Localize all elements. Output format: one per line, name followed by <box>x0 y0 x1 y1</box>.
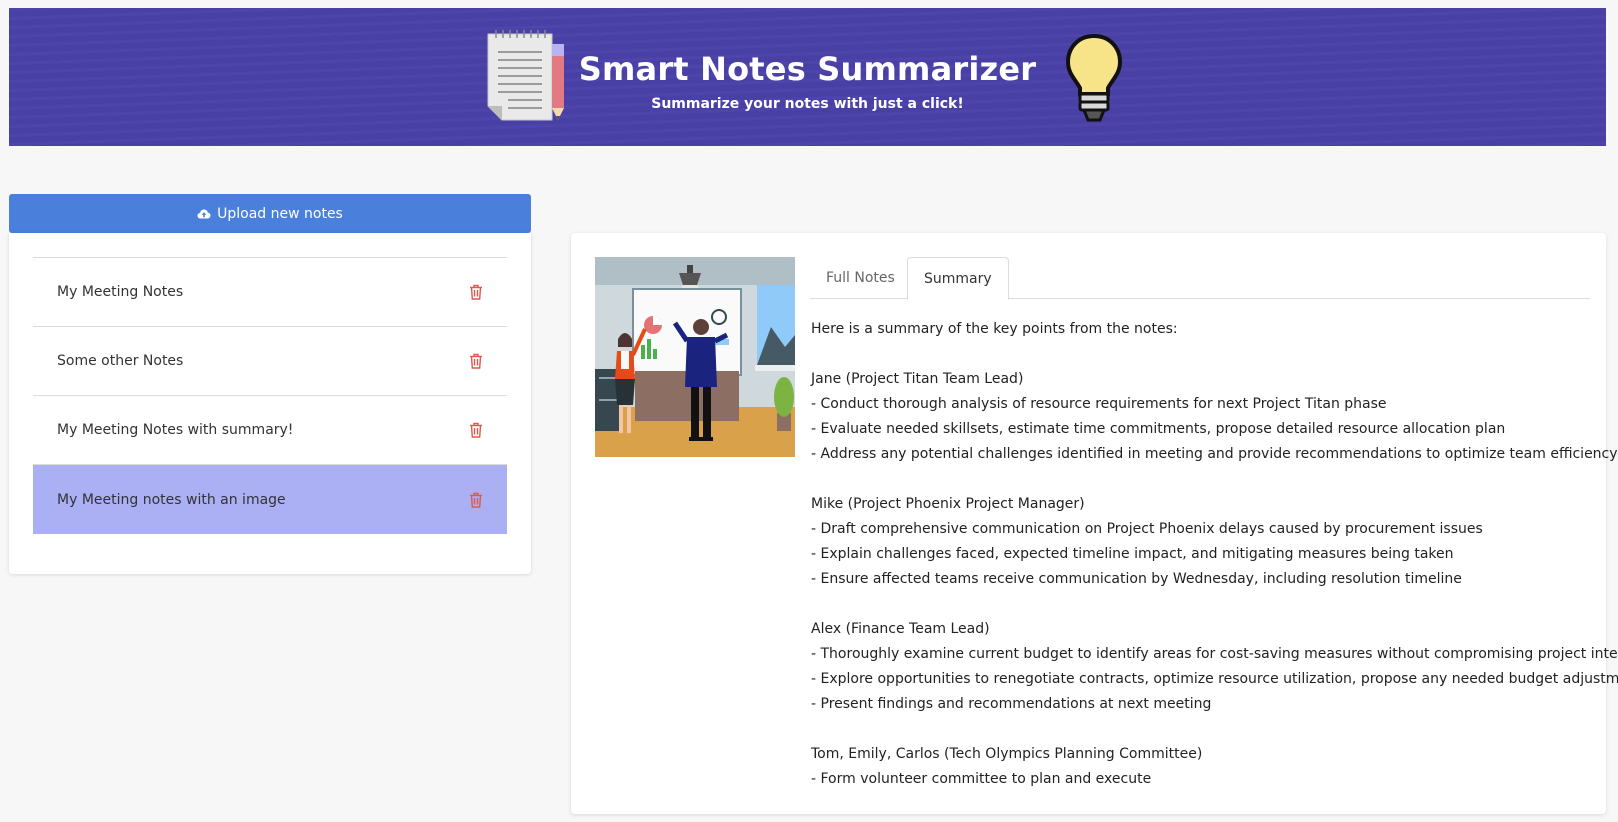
app-title: Smart Notes Summarizer <box>578 50 1037 88</box>
note-detail-panel: Full Notes Summary Here is a summary of … <box>571 233 1618 814</box>
note-title: My Meeting Notes with summary! <box>57 422 294 438</box>
tab-full-notes[interactable]: Full Notes <box>810 257 911 299</box>
app-header: Smart Notes Summarizer Summarize your no… <box>9 8 1606 146</box>
notes-panel: My Meeting Notes Some other Notes My Mee… <box>9 233 531 574</box>
summary-line: - Ensure affected teams receive communic… <box>811 571 1462 587</box>
upload-notes-button[interactable]: Upload new notes <box>9 194 531 233</box>
list-item[interactable]: My Meeting Notes with summary! <box>33 396 507 465</box>
tab-summary[interactable]: Summary <box>907 257 1009 300</box>
summary-line: Jane (Project Titan Team Lead) <box>811 371 1024 387</box>
note-title: My Meeting notes with an image <box>57 491 286 508</box>
summary-line: - Explore opportunities to renegotiate c… <box>811 671 1618 687</box>
app-subtitle: Summarize your notes with just a click! <box>651 96 964 112</box>
summary-line: - Conduct thorough analysis of resource … <box>811 396 1387 412</box>
summary-spacer <box>811 592 1601 617</box>
note-tabs: Full Notes Summary <box>810 257 1590 300</box>
summary-line: - Present findings and recommendations a… <box>811 696 1212 712</box>
summary-line: - Thoroughly examine current budget to i… <box>811 646 1618 662</box>
trash-icon[interactable] <box>469 353 483 369</box>
summary-line: - Draft comprehensive communication on P… <box>811 521 1483 537</box>
summary-line: - Evaluate needed skillsets, estimate ti… <box>811 421 1506 437</box>
summary-line: Mike (Project Phoenix Project Manager) <box>811 496 1085 512</box>
summary-line: Tom, Emily, Carlos (Tech Olympics Planni… <box>811 746 1203 762</box>
lightbulb-icon <box>1064 32 1124 128</box>
notes-list: My Meeting Notes Some other Notes My Mee… <box>33 257 507 534</box>
list-item[interactable]: Some other Notes <box>33 327 507 396</box>
summary-line: Here is a summary of the key points from… <box>811 321 1178 337</box>
summary-content: Here is a summary of the key points from… <box>811 317 1618 792</box>
trash-icon[interactable] <box>469 422 483 438</box>
note-title: Some other Notes <box>57 353 184 369</box>
note-illustration <box>595 257 795 457</box>
list-item-selected[interactable]: My Meeting notes with an image <box>33 465 507 534</box>
trash-icon[interactable] <box>469 492 483 508</box>
cloud-upload-icon <box>197 208 211 220</box>
summary-spacer <box>811 342 1601 367</box>
summary-spacer <box>811 467 1601 492</box>
summary-line: Alex (Finance Team Lead) <box>811 621 990 637</box>
trash-icon[interactable] <box>469 284 483 300</box>
note-title: My Meeting Notes <box>57 284 184 300</box>
list-item[interactable]: My Meeting Notes <box>33 258 507 327</box>
summary-line: - Explain challenges faced, expected tim… <box>811 546 1454 562</box>
summary-line: - Form volunteer committee to plan and e… <box>811 771 1152 787</box>
upload-button-label: Upload new notes <box>217 205 343 222</box>
summary-line: - Address any potential challenges ident… <box>811 446 1618 462</box>
summary-spacer <box>811 717 1601 742</box>
